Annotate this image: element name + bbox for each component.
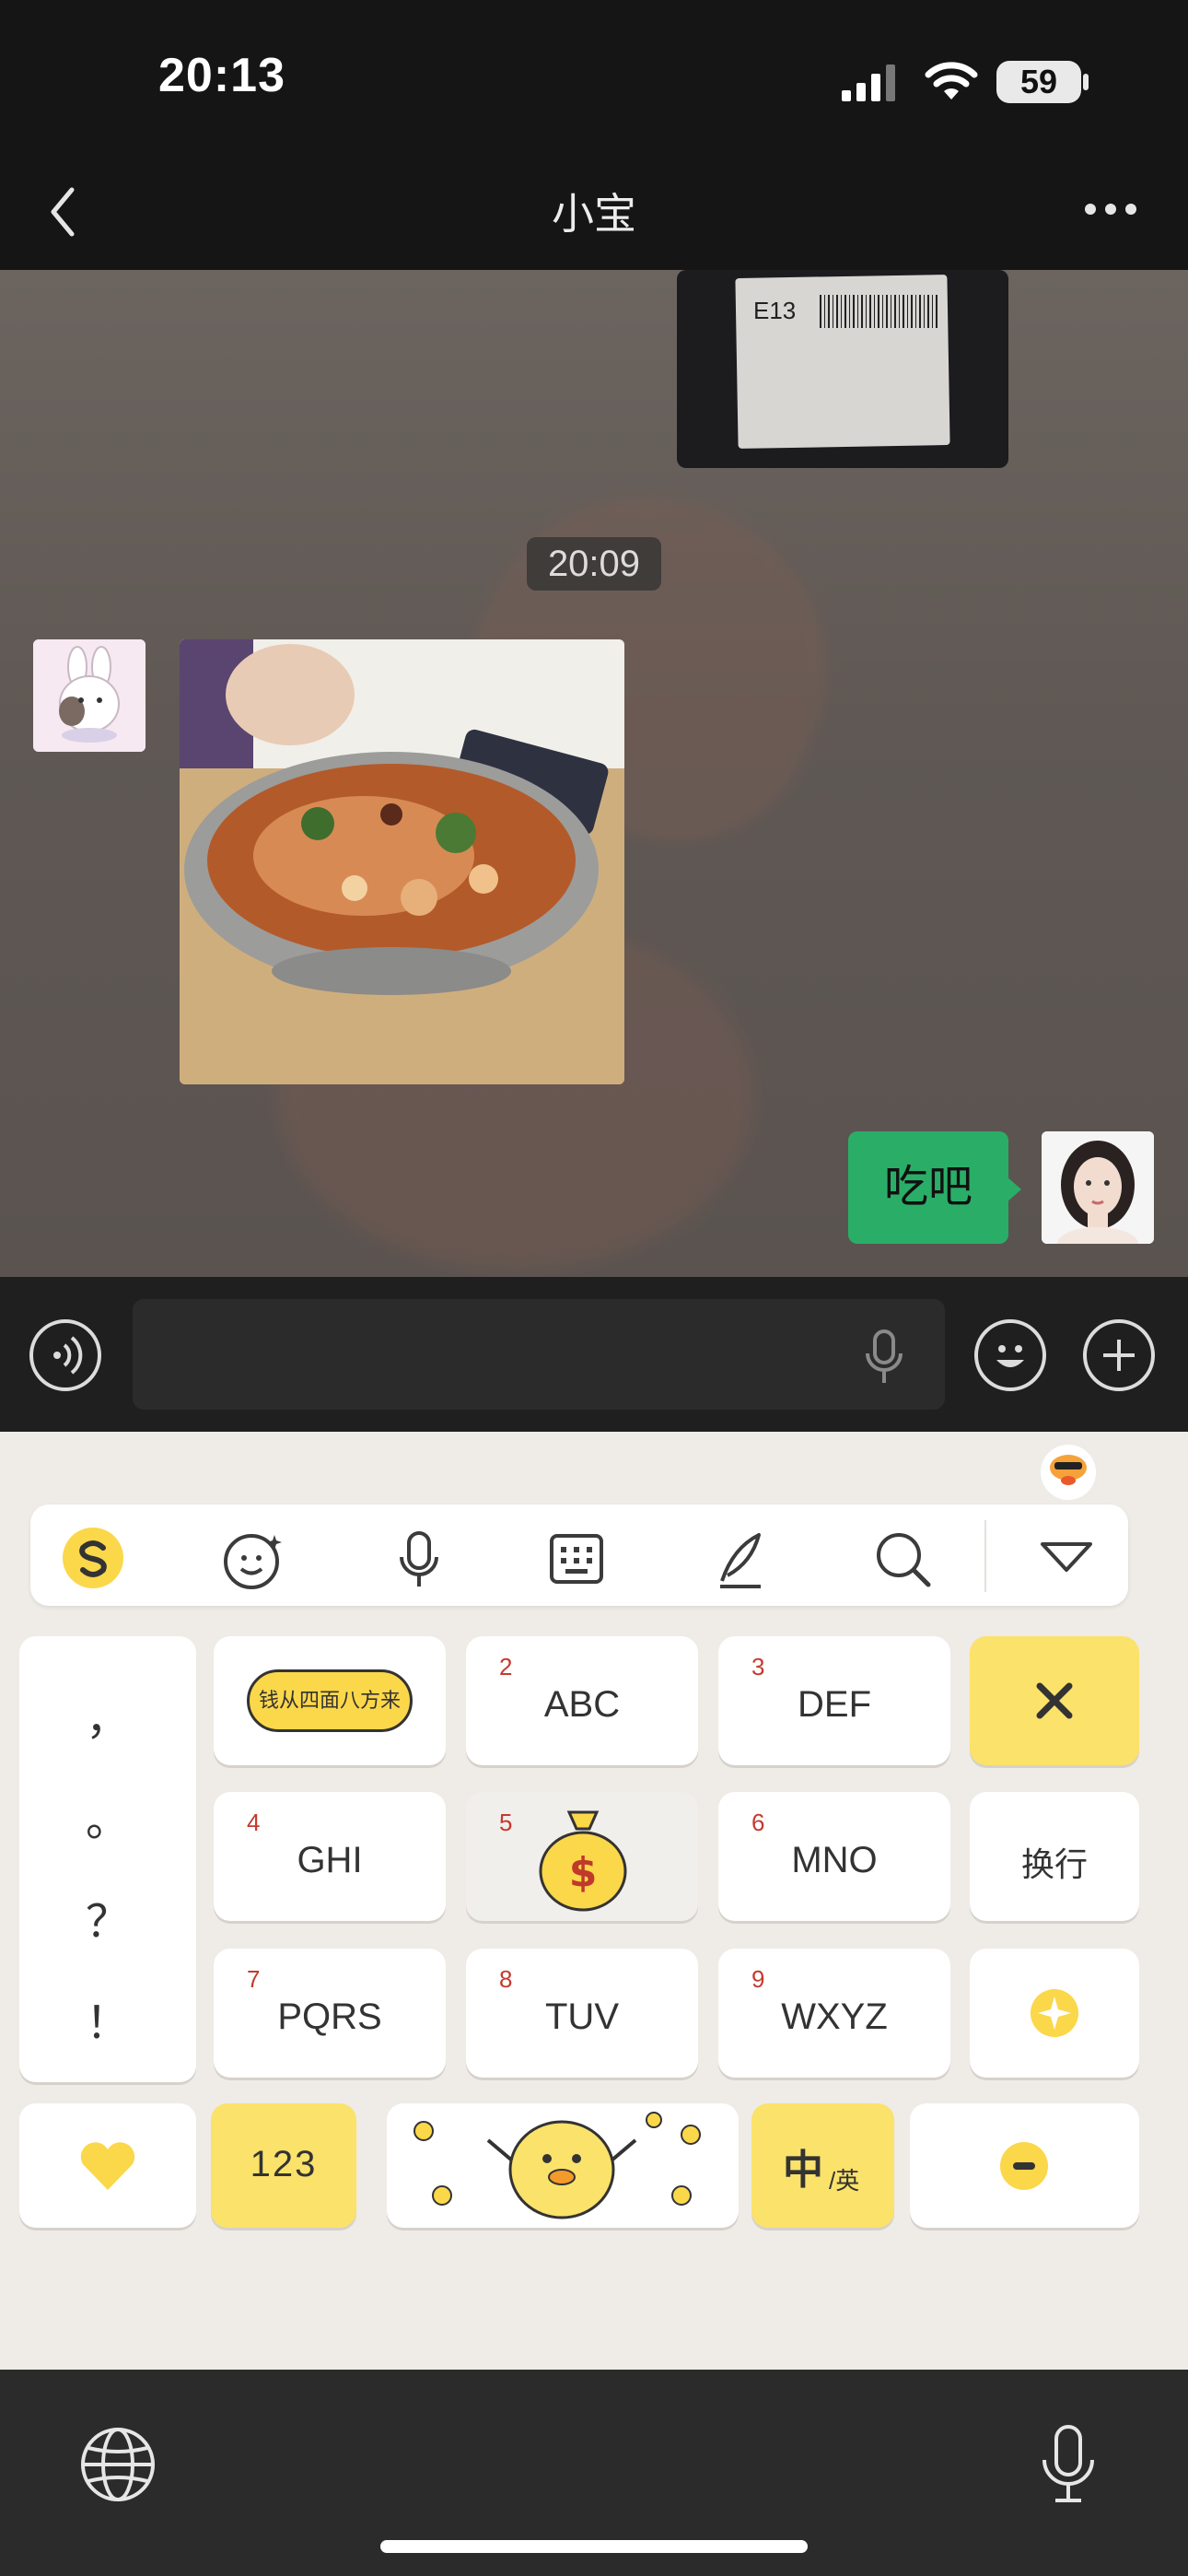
key-label: 123: [250, 2144, 318, 2184]
key-label: PQRS: [277, 1996, 382, 2037]
voice-mode-button[interactable]: [29, 1319, 101, 1391]
key-number: 6: [751, 1809, 765, 1836]
my-message-bubble[interactable]: 吃吧: [848, 1131, 1008, 1244]
newline-key[interactable]: 换行: [970, 1792, 1139, 1921]
money-bag-icon: $: [539, 1810, 627, 1912]
more-options-icon[interactable]: [1083, 201, 1138, 217]
contact-avatar[interactable]: [33, 639, 146, 752]
handwriting-icon[interactable]: [715, 1529, 766, 1590]
status-time: 20:13: [158, 49, 285, 102]
punctuation-column[interactable]: ， 。 ？ ！: [19, 1636, 196, 2082]
lang-switch-key[interactable]: 中 /英: [751, 2103, 894, 2228]
svg-text:$: $: [569, 1849, 598, 1896]
bunny-avatar-icon: [33, 639, 146, 752]
key-label: ABC: [543, 1684, 621, 1725]
space-key-sticker[interactable]: [387, 2103, 739, 2228]
key-9[interactable]: 9 WXYZ: [718, 1949, 950, 2078]
sparkle-icon: [1031, 1989, 1078, 2037]
close-icon: [1036, 1682, 1073, 1719]
number-mode-key[interactable]: 123: [211, 2103, 356, 2228]
key-label-main: 中: [783, 2148, 823, 2193]
key-number: 5: [499, 1809, 513, 1836]
portrait-avatar-icon: [1042, 1131, 1154, 1244]
food-photo-message[interactable]: [180, 639, 624, 1084]
duck-sticker-icon: [413, 2112, 701, 2219]
punct-question[interactable]: ？: [19, 1885, 196, 1950]
key-number: 2: [499, 1653, 513, 1680]
dash-circle-icon: [1000, 2142, 1048, 2190]
key-number: 8: [499, 1965, 513, 1993]
key-label: TUV: [545, 1996, 619, 2037]
home-indicator[interactable]: [380, 2540, 808, 2553]
chat-title: 小宝: [552, 190, 636, 238]
key-6[interactable]: 6 MNO: [718, 1792, 950, 1921]
mic-icon[interactable]: [861, 1328, 907, 1387]
cellular-signal-icon: [842, 64, 895, 101]
toolbar-divider: [984, 1520, 986, 1592]
smiley-icon: [996, 1345, 1024, 1367]
key-2[interactable]: 2 ABC: [466, 1636, 698, 1765]
dictation-mic-icon[interactable]: [1039, 2423, 1098, 2506]
key-number: 9: [751, 1965, 765, 1993]
key-number: 3: [751, 1653, 765, 1680]
barcode: [820, 295, 939, 328]
key-3[interactable]: 3 DEF: [718, 1636, 950, 1765]
key-5-sticker[interactable]: 5 $: [466, 1792, 698, 1921]
my-avatar[interactable]: [1042, 1131, 1154, 1244]
voice-icon[interactable]: [396, 1528, 442, 1592]
noodle-bowl-image: [180, 639, 624, 1084]
heart-key[interactable]: [19, 2103, 196, 2228]
key-label-sub: /英: [829, 2167, 860, 2195]
key-label: DEF: [798, 1684, 871, 1725]
key-number: 7: [247, 1965, 261, 1993]
message-timestamp: 20:09: [527, 537, 661, 591]
voice-wave-icon: [53, 1336, 83, 1375]
bubble-tail: [1007, 1177, 1021, 1202]
emoji-icon[interactable]: [221, 1528, 285, 1592]
key-4[interactable]: 4 GHI: [214, 1792, 446, 1921]
mascot-duck-icon[interactable]: [1036, 1440, 1101, 1501]
heart-icon: [80, 2142, 135, 2190]
ai-assist-key[interactable]: [970, 1949, 1139, 2078]
battery-indicator: 59: [996, 61, 1081, 103]
punct-exclaim[interactable]: ！: [19, 1986, 196, 2051]
punct-comma[interactable]: ，: [19, 1682, 196, 1747]
emoji-button[interactable]: [974, 1319, 1046, 1391]
sticker-speech-bubble: 钱从四面八方来: [247, 1669, 413, 1732]
wifi-icon: [925, 62, 978, 100]
search-icon[interactable]: [873, 1529, 932, 1590]
key-label: MNO: [791, 1840, 878, 1880]
globe-icon[interactable]: [79, 2426, 157, 2503]
logo-icon[interactable]: [61, 1526, 125, 1590]
key-8[interactable]: 8 TUV: [466, 1949, 698, 2078]
collapse-icon[interactable]: [1039, 1539, 1094, 1575]
key-label: WXYZ: [781, 1996, 888, 2037]
package-label-code: E13: [753, 297, 797, 324]
battery-tip: [1083, 74, 1089, 90]
message-input[interactable]: [133, 1299, 945, 1410]
key-7[interactable]: 7 PQRS: [214, 1949, 446, 2078]
plus-icon: [1103, 1340, 1135, 1371]
delete-key[interactable]: [970, 1636, 1139, 1765]
key-label: 换行: [1020, 1845, 1088, 1883]
keyboard-icon[interactable]: [549, 1533, 604, 1585]
confirm-key[interactable]: [910, 2103, 1139, 2228]
add-button[interactable]: [1083, 1319, 1155, 1391]
key-number: 4: [247, 1809, 261, 1836]
key-label: GHI: [297, 1840, 363, 1880]
sticker-key-money[interactable]: 钱从四面八方来: [214, 1636, 446, 1765]
punct-period[interactable]: 。: [19, 1784, 196, 1848]
